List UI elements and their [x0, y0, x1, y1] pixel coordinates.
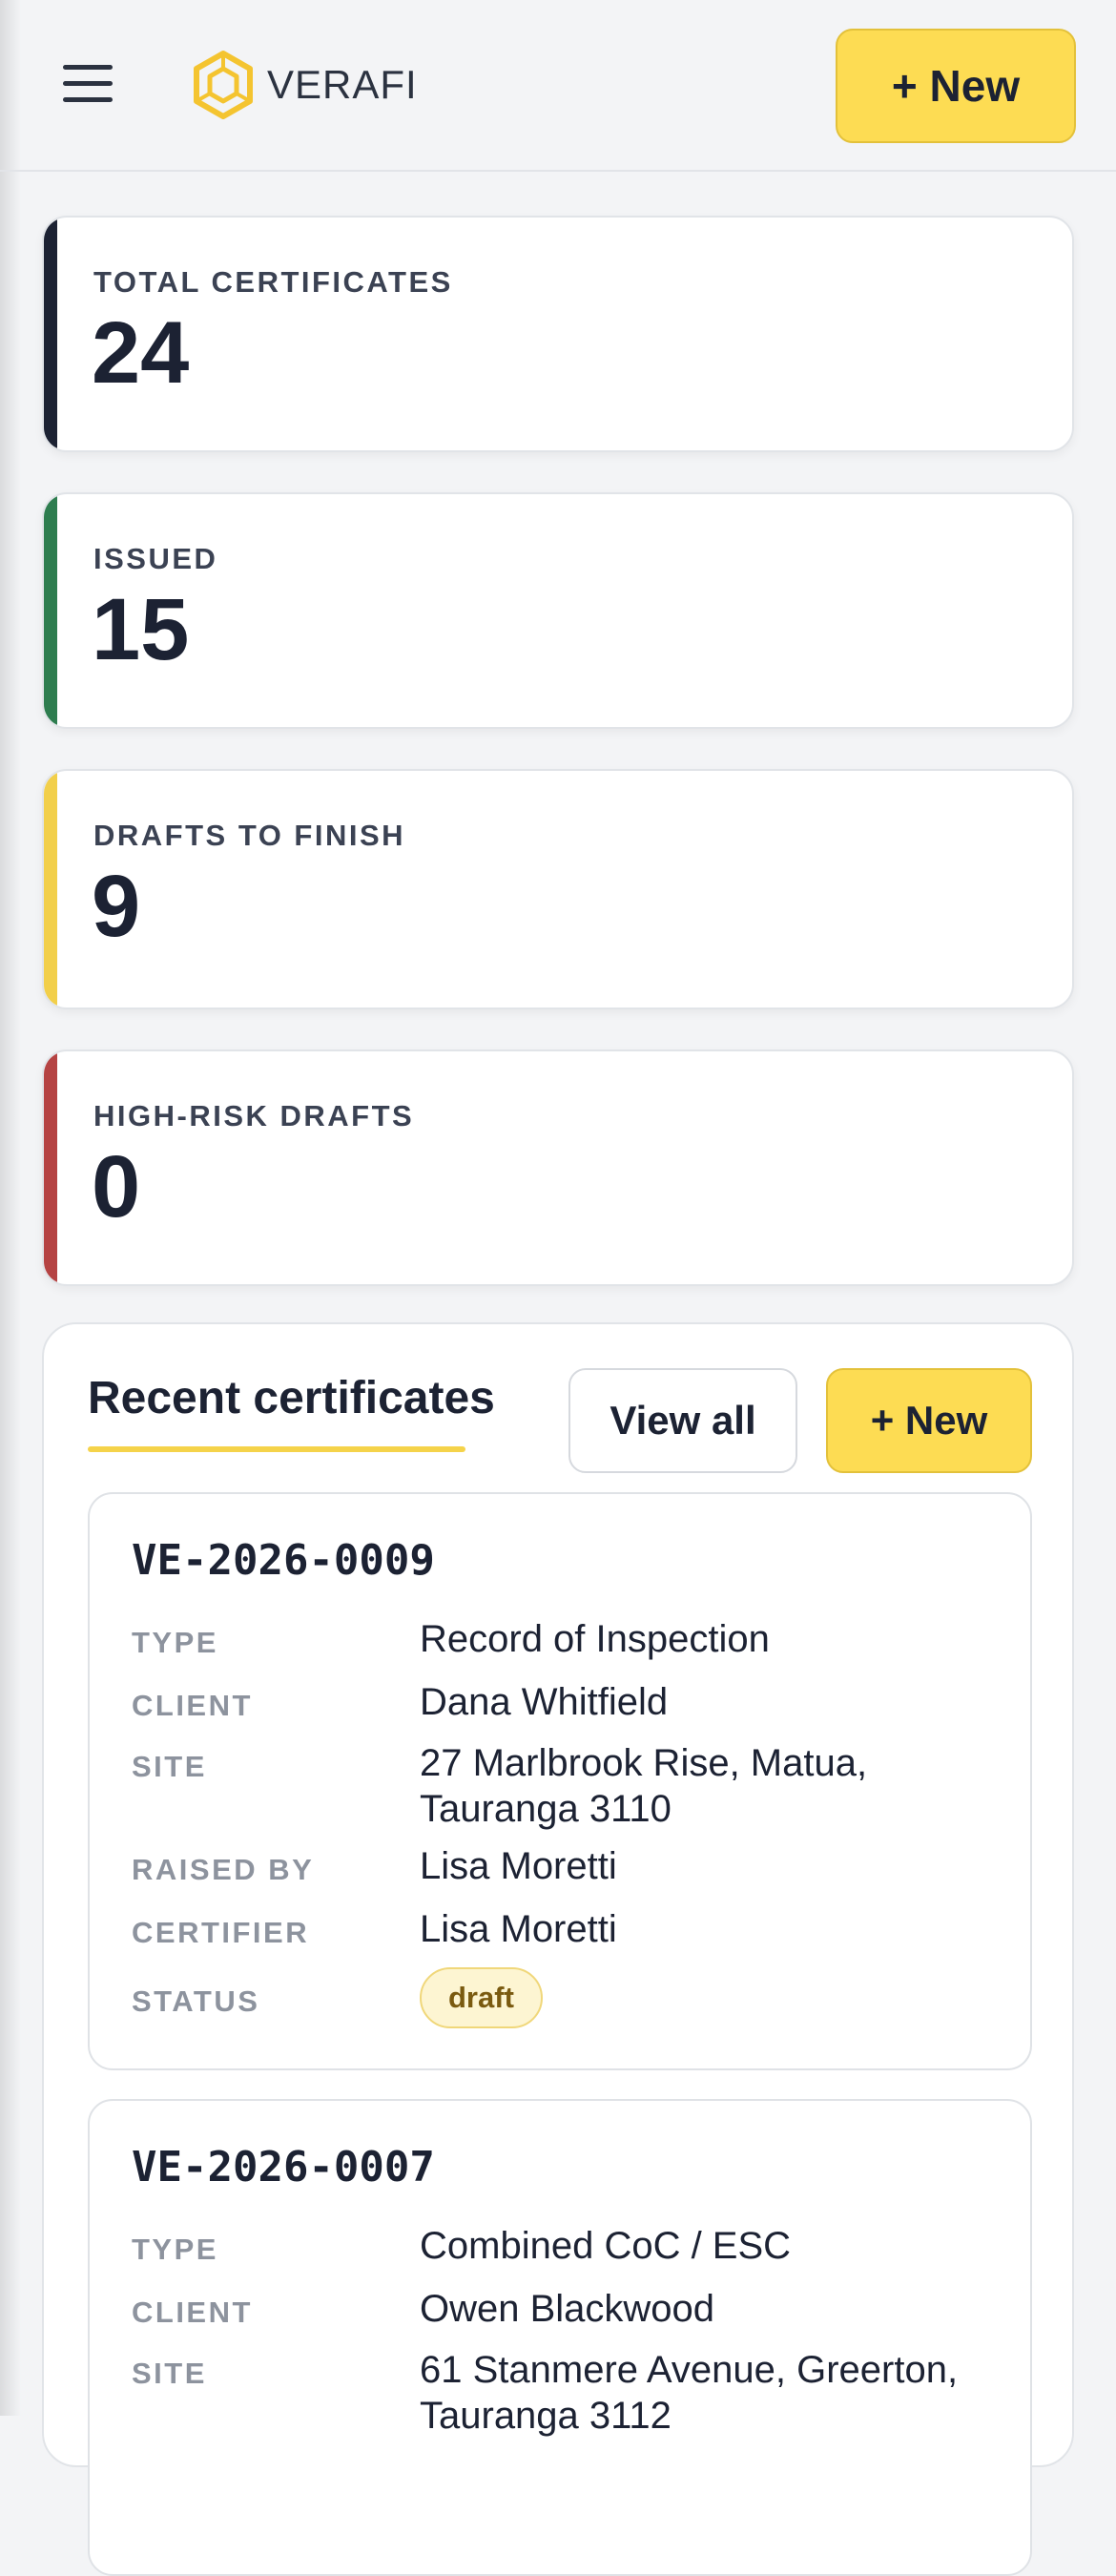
- stat-card-total: TOTAL CERTIFICATES 24: [42, 216, 1074, 452]
- title-underline: [88, 1446, 465, 1452]
- certificate-card[interactable]: VE-2026-0007 TYPE Combined CoC / ESC CLI…: [88, 2099, 1032, 2576]
- stat-label: HIGH-RISK DRAFTS: [93, 1099, 415, 1132]
- stat-value: 24: [92, 304, 190, 402]
- drawer-edge-shadow: [0, 0, 21, 2416]
- site-value: 61 Stanmere Avenue, Greerton, Tauranga 3…: [420, 2349, 959, 2437]
- stat-card-issued: ISSUED 15: [42, 492, 1074, 729]
- certificate-card[interactable]: VE-2026-0009 TYPE Record of Inspection C…: [88, 1492, 1032, 2070]
- type-value: Record of Inspection: [420, 1618, 770, 1660]
- client-value: Owen Blackwood: [420, 2288, 715, 2330]
- new-certificate-button[interactable]: + New: [836, 29, 1076, 143]
- stat-label: TOTAL CERTIFICATES: [93, 265, 453, 299]
- menu-icon[interactable]: [63, 65, 113, 107]
- view-all-button[interactable]: View all: [568, 1368, 797, 1473]
- certificate-id: VE-2026-0009: [132, 1536, 435, 1585]
- stat-value: 15: [92, 581, 190, 678]
- status-badge: draft: [420, 1967, 543, 2028]
- stat-label: ISSUED: [93, 542, 218, 575]
- brand-logo[interactable]: VERAFI: [191, 50, 418, 120]
- site-value: 27 Marlbrook Rise, Matua, Tauranga 3110: [420, 1742, 868, 1830]
- app-header: VERAFI + New: [0, 0, 1116, 172]
- new-certificate-button-secondary[interactable]: + New: [826, 1368, 1032, 1473]
- logo-text: VERAFI: [267, 62, 418, 107]
- stat-accent: [44, 1051, 57, 1284]
- type-label: TYPE: [132, 1626, 218, 1659]
- type-value: Combined CoC / ESC: [420, 2225, 792, 2267]
- recent-certificates-panel: Recent certificates View all + New VE-20…: [42, 1322, 1074, 2576]
- stat-accent: [44, 771, 57, 1008]
- client-value: Dana Whitfield: [420, 1681, 669, 1723]
- status-label: STATUS: [132, 1984, 260, 2018]
- client-label: CLIENT: [132, 2296, 253, 2329]
- raised-by-value: Lisa Moretti: [420, 1845, 617, 1887]
- certifier-label: CERTIFIER: [132, 1916, 310, 1949]
- recent-certificates-title: Recent certificates: [88, 1373, 495, 1423]
- stat-value: 9: [92, 858, 141, 955]
- stat-card-high-risk: HIGH-RISK DRAFTS 0: [42, 1049, 1074, 1286]
- stat-card-drafts: DRAFTS TO FINISH 9: [42, 769, 1074, 1009]
- type-label: TYPE: [132, 2233, 218, 2266]
- certificate-id: VE-2026-0007: [132, 2143, 435, 2192]
- raised-by-label: RAISED BY: [132, 1853, 315, 1886]
- site-label: SITE: [132, 1750, 207, 1783]
- stat-label: DRAFTS TO FINISH: [93, 819, 406, 852]
- certifier-value: Lisa Moretti: [420, 1908, 617, 1950]
- client-label: CLIENT: [132, 1689, 253, 1722]
- verafi-logo-icon: [194, 51, 253, 119]
- stat-accent: [44, 494, 57, 727]
- stat-accent: [44, 218, 57, 450]
- stat-value: 0: [92, 1138, 141, 1236]
- site-label: SITE: [132, 2357, 207, 2390]
